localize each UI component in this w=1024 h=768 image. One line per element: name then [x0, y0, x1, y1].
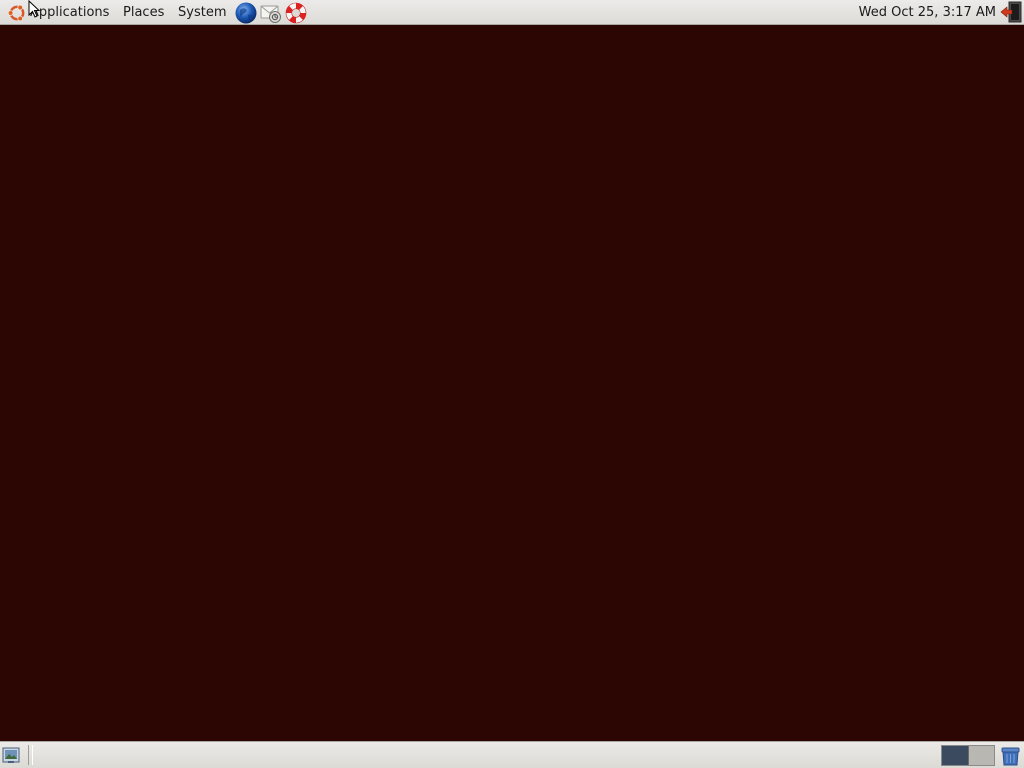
- ubuntu-logo-icon[interactable]: [7, 3, 27, 23]
- top-panel: Applications Places System Wed Oct 25, 3…: [0, 0, 1024, 25]
- panel-separator[interactable]: [28, 745, 33, 765]
- logout-icon[interactable]: [1000, 1, 1022, 23]
- trash-icon[interactable]: [999, 744, 1022, 767]
- system-menu[interactable]: System: [178, 0, 226, 25]
- help-lifebuoy-icon[interactable]: [284, 1, 308, 25]
- show-desktop-icon[interactable]: [2, 746, 20, 764]
- window-list[interactable]: [34, 744, 934, 766]
- desktop-background[interactable]: [0, 25, 1024, 741]
- bottom-panel: [0, 741, 1024, 768]
- places-menu[interactable]: Places: [123, 0, 164, 25]
- workspace-switcher[interactable]: [941, 745, 995, 766]
- applications-menu[interactable]: Applications: [30, 0, 109, 25]
- clock[interactable]: Wed Oct 25, 3:17 AM: [859, 0, 996, 25]
- workspace-1[interactable]: [942, 746, 968, 765]
- workspace-2[interactable]: [967, 746, 994, 765]
- email-client-icon[interactable]: [259, 1, 283, 25]
- web-browser-icon[interactable]: [234, 1, 258, 25]
